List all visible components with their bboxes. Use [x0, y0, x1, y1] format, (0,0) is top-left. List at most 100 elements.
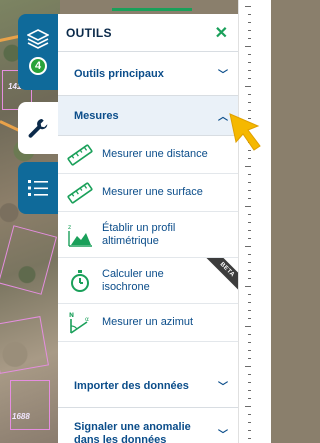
ruler-icon	[64, 179, 96, 207]
close-icon[interactable]: ✕	[215, 23, 228, 43]
layers-button[interactable]: 4	[18, 14, 58, 90]
section-signaler-anomalie[interactable]: Signaler une anomalie dans les données ﹀	[58, 408, 238, 443]
ruler-tick	[248, 294, 251, 295]
list-button[interactable]	[18, 162, 58, 214]
panel-title: OUTILS	[66, 25, 112, 40]
ruler-tick	[248, 358, 251, 359]
azimuth-icon: N α	[64, 309, 96, 337]
isochrone-item[interactable]: Calculer une isochrone BETA	[58, 258, 238, 304]
section-label: Outils principaux	[74, 67, 164, 80]
section-label: Mesures	[74, 109, 119, 122]
ruler-tick	[248, 350, 251, 351]
ruler-tick	[248, 174, 251, 175]
measure-distance-item[interactable]: Mesurer une distance	[58, 136, 238, 174]
ruler-icon	[64, 141, 96, 169]
panel-header: OUTILS ✕	[58, 14, 238, 52]
ruler-tick	[248, 14, 251, 15]
section-mesures[interactable]: Mesures ︿	[58, 96, 238, 136]
item-label-line1: Établir un profil	[102, 221, 176, 234]
ruler-tick	[245, 46, 251, 47]
ruler-tick	[248, 318, 251, 319]
ruler-tick	[248, 190, 251, 191]
ruler-tick	[248, 78, 251, 79]
chevron-down-icon: ﹀	[218, 70, 228, 81]
elevation-profile-item[interactable]: z Établir un profil altimétrique	[58, 212, 238, 258]
ruler-tick	[248, 38, 251, 39]
azimuth-item[interactable]: N α Mesurer un azimut	[58, 304, 238, 342]
measure-surface-item[interactable]: Mesurer une surface	[58, 174, 238, 212]
chevron-down-icon: ﹀	[218, 430, 228, 441]
chevron-down-icon: ﹀	[218, 382, 228, 393]
map-parcel-label: 1688	[12, 412, 30, 421]
ruler-tick	[248, 182, 251, 183]
item-label: Mesurer un azimut	[102, 316, 194, 328]
ruler-tick	[248, 70, 251, 71]
ruler-tick	[248, 310, 251, 311]
ruler-tick	[248, 54, 251, 55]
beta-badge: BETA	[205, 258, 238, 292]
ruler-tick	[248, 334, 251, 335]
ruler-tick	[245, 406, 251, 407]
map-parcel	[0, 225, 57, 295]
ruler-tick	[248, 230, 251, 231]
ruler-tick	[248, 102, 251, 103]
ruler-tick	[248, 398, 251, 399]
svg-text:N: N	[69, 312, 74, 319]
svg-text:z: z	[68, 224, 71, 231]
map-parcel	[10, 380, 50, 430]
elevation-profile-icon: z	[64, 221, 96, 249]
item-label-line2: altimétrique	[102, 234, 159, 247]
wrench-icon	[28, 119, 48, 138]
section-label-line2: dans les données	[74, 433, 167, 443]
tools-button[interactable]	[18, 102, 58, 154]
section-label: Importer des données	[74, 379, 189, 392]
ruler-tick	[248, 270, 251, 271]
chevron-up-icon: ︿	[218, 112, 228, 123]
scale-ruler	[238, 0, 271, 443]
ruler-tick	[248, 390, 251, 391]
item-label: Mesurer une distance	[102, 148, 208, 160]
item-label: Établir un profil altimétrique	[102, 222, 175, 248]
svg-text:α: α	[85, 316, 89, 323]
section-label: Signaler une anomalie dans les données	[74, 421, 191, 443]
layers-count-badge: 4	[29, 57, 47, 75]
ruler-tick	[248, 382, 251, 383]
ruler-tick	[248, 238, 251, 239]
panel-top-accent	[112, 8, 192, 11]
cursor-arrow-icon	[229, 113, 261, 151]
ruler-tick	[248, 430, 251, 431]
item-label: Calculer une isochrone	[102, 268, 164, 294]
ruler-tick	[245, 206, 251, 207]
ruler-tick	[248, 278, 251, 279]
ruler-tick	[245, 6, 251, 7]
map-parcel	[0, 316, 49, 374]
item-label: Mesurer une surface	[102, 186, 203, 198]
ruler-tick	[248, 30, 251, 31]
ruler-tick	[245, 286, 251, 287]
section-importer-donnees[interactable]: Importer des données ﹀	[58, 364, 238, 408]
item-label-line1: Calculer une	[102, 267, 164, 280]
ruler-tick	[248, 158, 251, 159]
ruler-tick	[248, 414, 251, 415]
ruler-tick	[248, 214, 251, 215]
ruler-tick	[248, 254, 251, 255]
ruler-tick	[248, 222, 251, 223]
ruler-tick	[248, 62, 251, 63]
ruler-tick	[245, 326, 251, 327]
ruler-tick	[248, 94, 251, 95]
ruler-tick	[248, 110, 251, 111]
ruler-tick	[245, 166, 251, 167]
ruler-tick	[248, 22, 251, 23]
ruler-tick	[248, 342, 251, 343]
ruler-tick	[248, 374, 251, 375]
tools-panel: OUTILS ✕ Outils principaux ﹀ Mesures ︿ M…	[58, 14, 238, 443]
ruler-tick	[245, 86, 251, 87]
ruler-tick	[248, 422, 251, 423]
list-icon	[28, 180, 48, 196]
ruler-tick	[248, 302, 251, 303]
section-outils-principaux[interactable]: Outils principaux ﹀	[58, 52, 238, 96]
stopwatch-icon	[64, 267, 96, 295]
item-label-line2: isochrone	[102, 280, 150, 293]
ruler-tick	[245, 246, 251, 247]
layers-icon	[27, 29, 49, 49]
